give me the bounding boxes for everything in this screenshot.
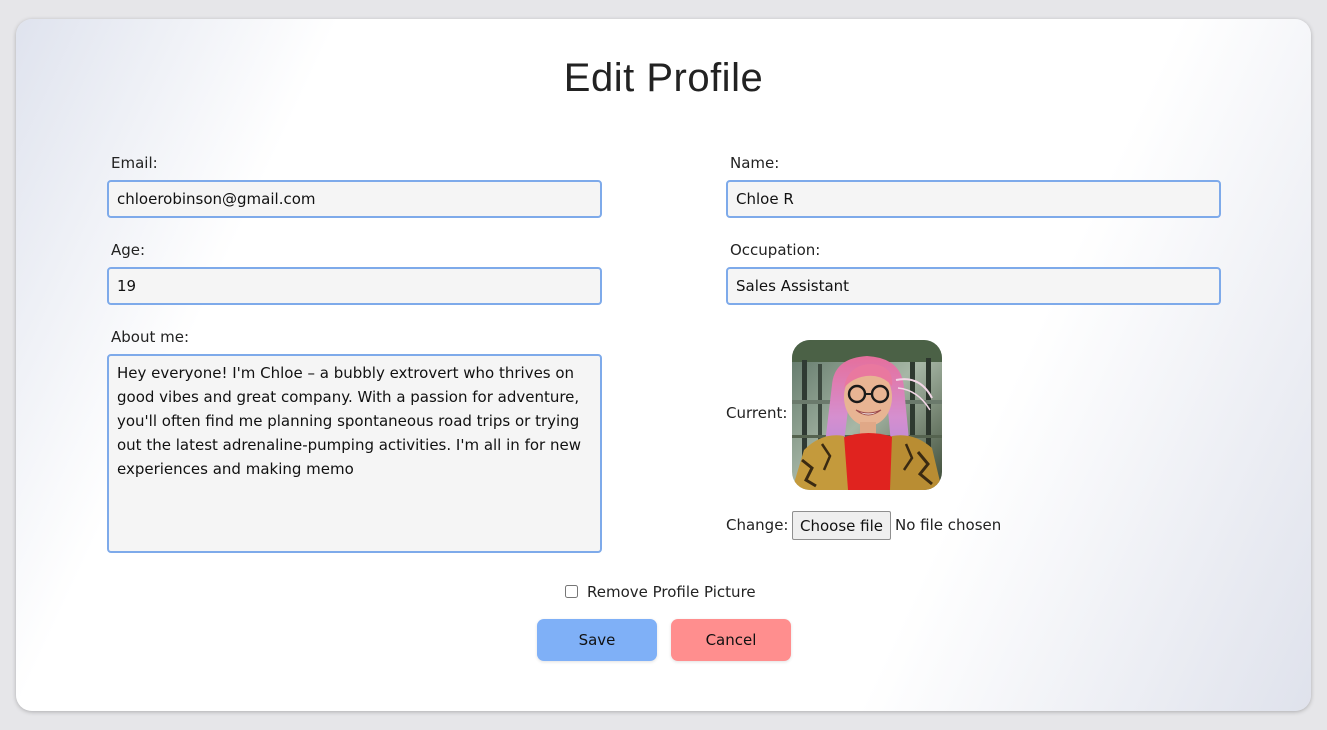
edit-profile-card: Edit Profile Email: Name: Age: Occupatio… [16,19,1311,711]
file-status-text: No file chosen [895,516,1002,534]
about-label: About me: [111,328,190,346]
age-field[interactable] [107,267,602,305]
change-picture-label: Change: [726,516,789,534]
occupation-field[interactable] [726,267,1221,305]
email-field[interactable] [107,180,602,218]
choose-file-button[interactable]: Choose file [792,511,891,540]
remove-picture-checkbox[interactable] [565,585,578,598]
name-field[interactable] [726,180,1221,218]
save-button[interactable]: Save [537,619,657,661]
name-label: Name: [730,154,780,172]
page-title: Edit Profile [563,56,764,100]
occupation-label: Occupation: [730,241,821,259]
age-label: Age: [111,241,146,259]
about-textarea[interactable]: Hey everyone! I'm Chloe – a bubbly extro… [107,354,602,553]
current-picture-label: Current: [726,404,788,422]
cancel-button[interactable]: Cancel [671,619,791,661]
remove-picture-label: Remove Profile Picture [587,583,756,601]
email-label: Email: [111,154,158,172]
profile-photo [792,340,942,490]
